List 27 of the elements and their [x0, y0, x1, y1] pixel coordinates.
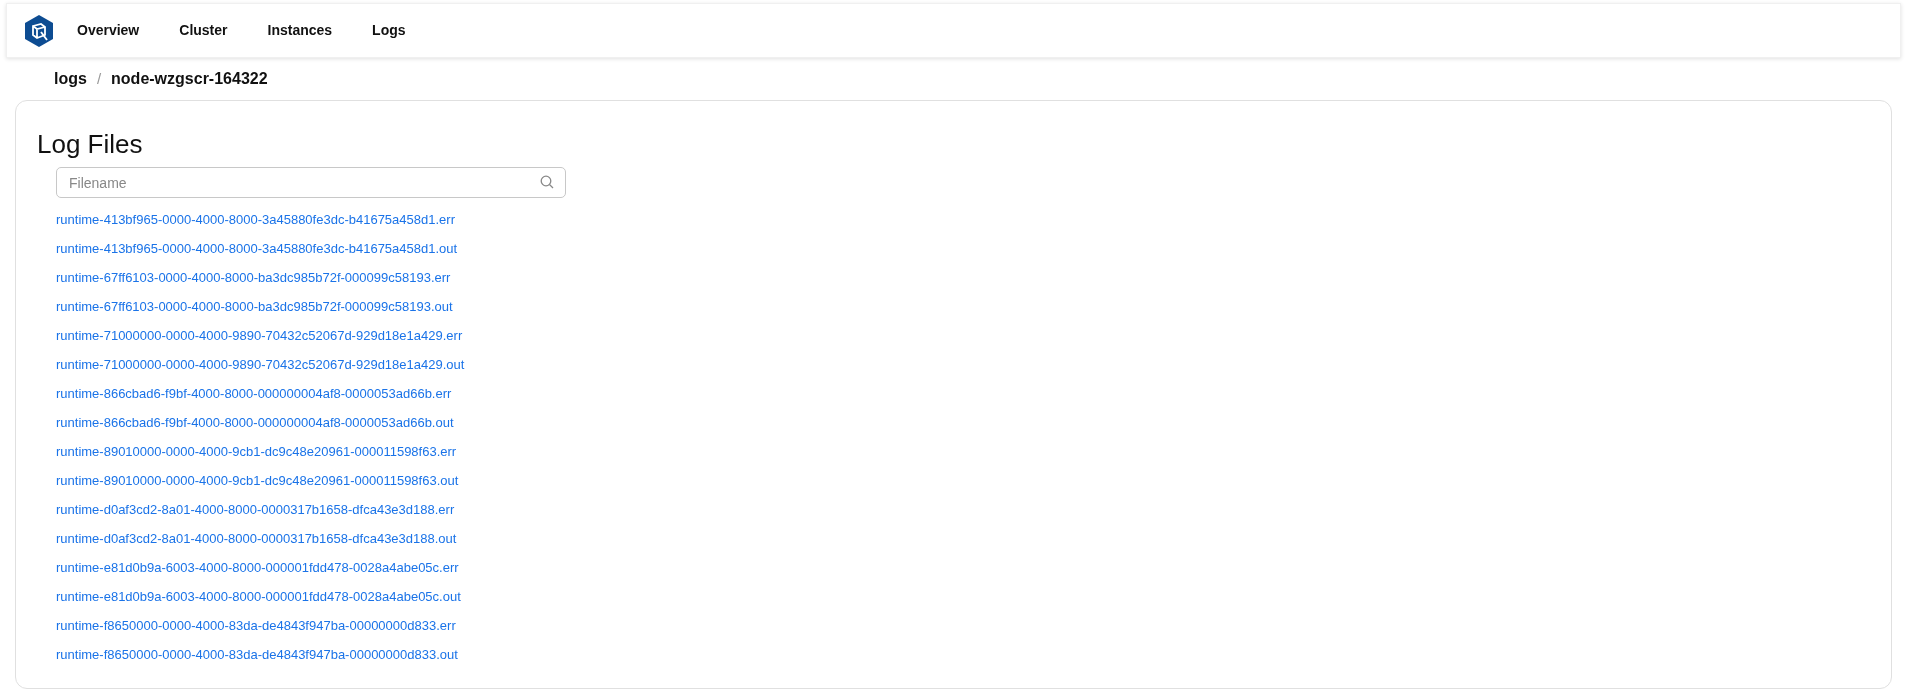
nav-link[interactable]: Overview [77, 20, 140, 41]
log-file-link[interactable]: runtime-d0af3cd2-8a01-4000-8000-0000317b1658-dfca43e3d188.out [56, 524, 457, 553]
log-file-link[interactable]: runtime-f8650000-0000-4000-83da-de4843f947ba-00000000d833.err [56, 611, 456, 640]
log-file-link[interactable]: runtime-71000000-0000-4000-9890-70432c52067d-929d18e1a429.err [56, 321, 463, 350]
card-title: Log Files [37, 128, 144, 160]
breadcrumb-item[interactable]: node-wzgscr-164322 [111, 67, 268, 91]
log-file-link[interactable]: runtime-866cbad6-f9bf-4000-8000-000000004af8-0000053ad66b.err [56, 379, 452, 408]
breadcrumb-separator: / [96, 68, 102, 89]
breadcrumb-item[interactable]: logs [54, 67, 87, 91]
log-file-link[interactable]: runtime-89010000-0000-4000-9cb1-dc9c48e20961-000011598f63.err [56, 437, 457, 466]
nav-link[interactable]: Cluster [179, 20, 228, 41]
log-file-link[interactable]: runtime-67ff6103-0000-4000-8000-ba3dc985b72f-000099c58193.err [56, 263, 451, 292]
log-file-link[interactable]: runtime-d0af3cd2-8a01-4000-8000-0000317b1658-dfca43e3d188.err [56, 495, 455, 524]
log-file-link[interactable]: runtime-f8650000-0000-4000-83da-de4843f947ba-00000000d833.out [56, 640, 458, 669]
log-file-link[interactable]: runtime-e81d0b9a-6003-4000-8000-000001fdd478-0028a4abe05c.out [56, 582, 461, 611]
nav-link[interactable]: Logs [372, 20, 406, 41]
log-file-link[interactable]: runtime-67ff6103-0000-4000-8000-ba3dc985b72f-000099c58193.out [56, 292, 453, 321]
search-icon [540, 175, 554, 189]
log-file-link[interactable]: runtime-71000000-0000-4000-9890-70432c52067d-929d18e1a429.out [56, 350, 465, 379]
search-field[interactable]: Filename [56, 167, 566, 198]
log-file-link[interactable]: runtime-e81d0b9a-6003-4000-8000-000001fdd478-0028a4abe05c.err [56, 553, 459, 582]
log-file-link[interactable]: runtime-866cbad6-f9bf-4000-8000-000000004af8-0000053ad66b.out [56, 408, 454, 437]
nav-link[interactable]: Instances [267, 20, 333, 41]
logo-icon [24, 13, 54, 48]
log-file-link[interactable]: runtime-89010000-0000-4000-9cb1-dc9c48e20961-000011598f63.out [56, 466, 459, 495]
log-file-link[interactable]: runtime-413bf965-0000-4000-8000-3a45880fe3dc-b41675a458d1.err [56, 205, 455, 234]
log-file-link[interactable]: runtime-413bf965-0000-4000-8000-3a45880fe3dc-b41675a458d1.out [56, 234, 458, 263]
